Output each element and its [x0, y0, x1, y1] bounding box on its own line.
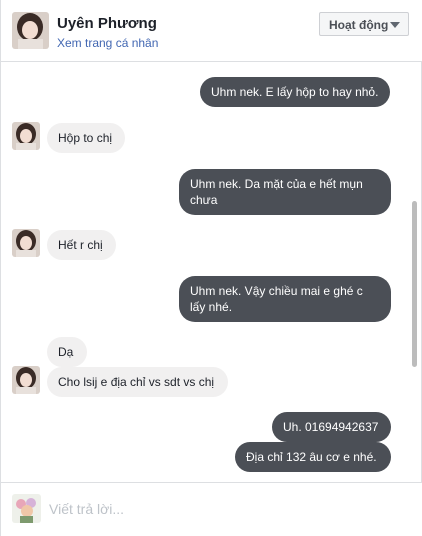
contact-name[interactable]: Uyên Phương	[57, 15, 157, 32]
message-bubble-outgoing: Uh. 01694942637	[272, 412, 391, 442]
reply-input[interactable]	[49, 498, 399, 520]
message-bubble-incoming: Hết r chị	[47, 230, 116, 260]
activity-button-label: Hoạt động	[329, 18, 389, 32]
contact-avatar[interactable]	[12, 122, 40, 150]
user-avatar	[12, 494, 41, 523]
view-profile-link[interactable]: Xem trang cá nhân	[57, 36, 158, 50]
contact-avatar[interactable]	[12, 366, 40, 394]
message-bubble-incoming: Hộp to chị	[47, 123, 125, 153]
chat-window: Uyên Phương Xem trang cá nhân Hoạt động …	[0, 0, 422, 536]
message-thread: Uhm nek. E lấy hộp to hay nhỏ. Hộp to ch…	[1, 62, 422, 482]
message-bubble-outgoing: Uhm nek. Da mặt của e hết mụn chưa	[179, 169, 391, 215]
message-bubble-outgoing: Địa chỉ 132 âu cơ e nhé.	[235, 442, 391, 472]
contact-avatar[interactable]	[12, 12, 49, 49]
message-bubble-incoming: Cho lsij e địa chỉ vs sdt vs chị	[47, 367, 228, 397]
reply-composer	[1, 482, 422, 536]
contact-avatar[interactable]	[12, 229, 40, 257]
thread-scrollbar-thumb[interactable]	[412, 201, 417, 367]
chat-header: Uyên Phương Xem trang cá nhân Hoạt động	[1, 0, 422, 62]
activity-dropdown-button[interactable]: Hoạt động	[319, 12, 409, 36]
message-bubble-incoming: Dạ	[47, 337, 87, 367]
message-bubble-outgoing: Uhm nek. E lấy hộp to hay nhỏ.	[200, 77, 390, 107]
message-bubble-outgoing: Uhm nek. Vậy chiều mai e ghé c lấy nhé.	[179, 276, 391, 322]
caret-down-icon	[390, 22, 400, 28]
